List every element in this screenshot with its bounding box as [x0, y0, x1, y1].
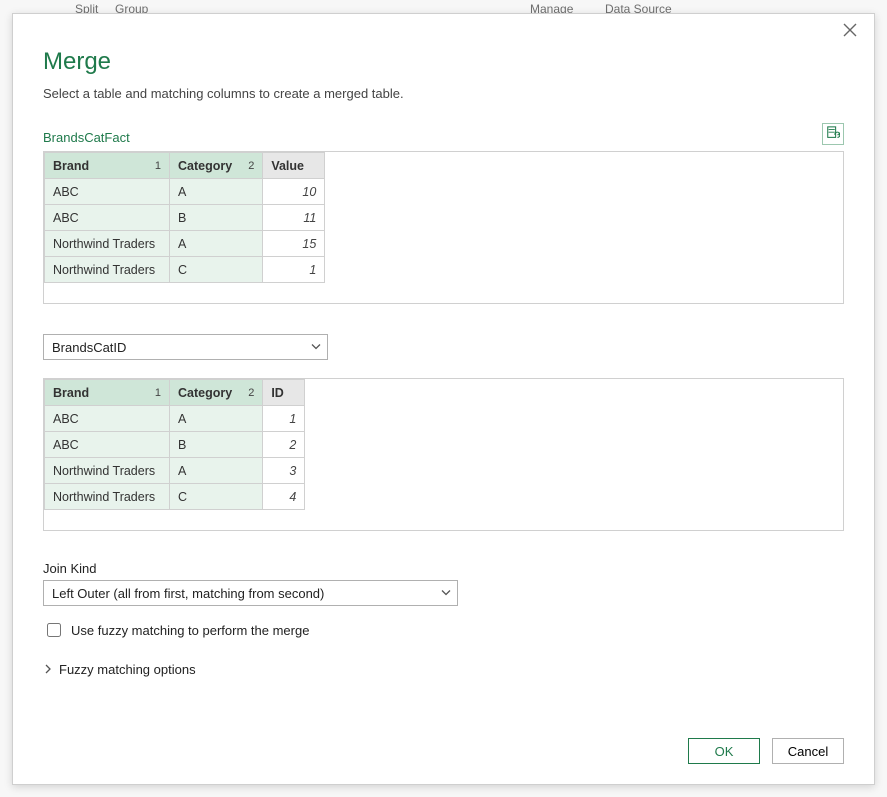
cell: ABC — [45, 205, 170, 231]
second-table-preview: Brand1 Category2 ID ABCA1 ABCB2 Northwin… — [43, 378, 844, 531]
table-row: ABCA10 — [45, 179, 325, 205]
join-order-badge: 2 — [248, 160, 254, 172]
cell: A — [170, 406, 263, 432]
col-header-brand[interactable]: Brand 1 — [45, 153, 170, 179]
cell: Northwind Traders — [45, 484, 170, 510]
col-label: Category — [178, 159, 232, 173]
fuzzy-match-label: Use fuzzy matching to perform the merge — [71, 623, 309, 638]
second-table-select[interactable]: BrandsCatID — [43, 334, 328, 360]
chevron-right-icon — [43, 662, 53, 677]
table-row: Northwind TradersC1 — [45, 257, 325, 283]
cell: 11 — [263, 205, 325, 231]
dialog-subtitle: Select a table and matching columns to c… — [43, 86, 844, 101]
select-value: BrandsCatID — [52, 340, 126, 355]
merge-dialog: Merge Select a table and matching column… — [12, 13, 875, 785]
col-label: ID — [271, 386, 284, 400]
cell: C — [170, 484, 263, 510]
cell: Northwind Traders — [45, 257, 170, 283]
table-row: Northwind TradersC4 — [45, 484, 305, 510]
chevron-down-icon — [311, 340, 321, 355]
first-table-name: BrandsCatFact — [43, 130, 130, 145]
table-row: ABCB11 — [45, 205, 325, 231]
table-row: ABCA1 — [45, 406, 305, 432]
close-button[interactable] — [842, 22, 862, 42]
table-row: ABCB2 — [45, 432, 305, 458]
cell: 1 — [263, 406, 305, 432]
col-header-id[interactable]: ID — [263, 380, 305, 406]
fuzzy-match-checkbox-row[interactable]: Use fuzzy matching to perform the merge — [43, 620, 844, 640]
cell: A — [170, 458, 263, 484]
cell: Northwind Traders — [45, 231, 170, 257]
cell: C — [170, 257, 263, 283]
join-order-badge: 1 — [155, 160, 161, 172]
col-header-value[interactable]: Value — [263, 153, 325, 179]
cell: Northwind Traders — [45, 458, 170, 484]
col-label: Brand — [53, 386, 89, 400]
refresh-first-table-button[interactable] — [822, 123, 844, 145]
col-header-category[interactable]: Category 2 — [170, 380, 263, 406]
cell: B — [170, 205, 263, 231]
ok-button[interactable]: OK — [688, 738, 760, 764]
cell: B — [170, 432, 263, 458]
join-kind-label: Join Kind — [43, 561, 844, 576]
table-row: Northwind TradersA15 — [45, 231, 325, 257]
cell: 10 — [263, 179, 325, 205]
cell: A — [170, 231, 263, 257]
refresh-table-icon — [826, 126, 840, 143]
cell: 15 — [263, 231, 325, 257]
cell: ABC — [45, 432, 170, 458]
col-header-category[interactable]: Category 2 — [170, 153, 263, 179]
fuzzy-options-label: Fuzzy matching options — [59, 662, 196, 677]
chevron-down-icon — [441, 586, 451, 601]
dialog-title: Merge — [43, 48, 844, 76]
cell: 4 — [263, 484, 305, 510]
cell: ABC — [45, 179, 170, 205]
fuzzy-options-expander[interactable]: Fuzzy matching options — [43, 662, 844, 677]
col-header-brand[interactable]: Brand 1 — [45, 380, 170, 406]
cell: 2 — [263, 432, 305, 458]
cell: 1 — [263, 257, 325, 283]
cell: 3 — [263, 458, 305, 484]
cell: A — [170, 179, 263, 205]
join-order-badge: 2 — [248, 387, 254, 399]
cell: ABC — [45, 406, 170, 432]
fuzzy-match-checkbox[interactable] — [47, 623, 61, 637]
join-order-badge: 1 — [155, 387, 161, 399]
col-label: Brand — [53, 159, 89, 173]
cancel-button[interactable]: Cancel — [772, 738, 844, 764]
col-label: Category — [178, 386, 232, 400]
col-label: Value — [271, 159, 304, 173]
select-value: Left Outer (all from first, matching fro… — [52, 586, 324, 601]
close-icon — [842, 26, 858, 41]
first-table-preview: Brand1 Category2 Value ABCA10 ABCB11 Nor… — [43, 151, 844, 304]
table-row: Northwind TradersA3 — [45, 458, 305, 484]
join-kind-select[interactable]: Left Outer (all from first, matching fro… — [43, 580, 458, 606]
